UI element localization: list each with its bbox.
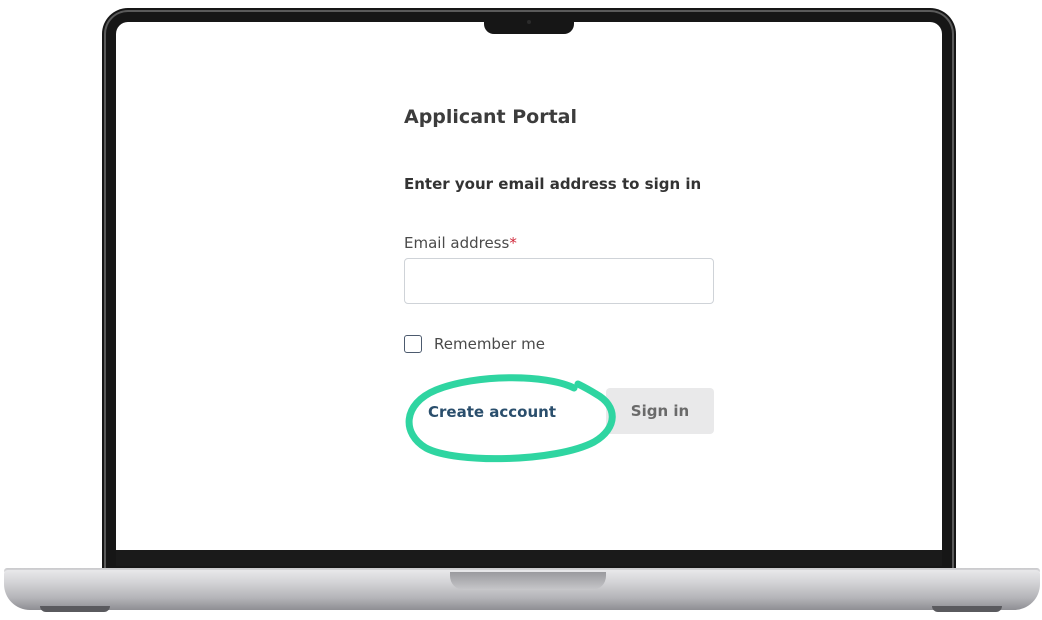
camera-icon xyxy=(527,20,531,24)
required-marker: * xyxy=(509,234,517,252)
email-field-label: Email address* xyxy=(404,234,517,252)
form-heading: Enter your email address to sign in xyxy=(404,175,702,193)
laptop-foot-right xyxy=(932,606,1002,612)
create-account-button[interactable]: Create account xyxy=(428,398,556,426)
remember-me-label: Remember me xyxy=(434,335,545,353)
email-field[interactable] xyxy=(404,258,714,304)
laptop-foot-left xyxy=(40,606,110,612)
screen-bottom-bezel xyxy=(116,550,942,566)
email-label-text: Email address xyxy=(404,234,510,252)
remember-me-option: Remember me xyxy=(404,335,545,353)
camera-notch xyxy=(484,12,574,34)
sign-in-button[interactable]: Sign in xyxy=(606,388,714,434)
page-title: Applicant Portal xyxy=(404,106,578,128)
remember-me-checkbox[interactable] xyxy=(404,335,422,353)
laptop-thumb-notch xyxy=(450,572,606,590)
laptop-screen: Applicant Portal Enter your email addres… xyxy=(116,22,942,550)
